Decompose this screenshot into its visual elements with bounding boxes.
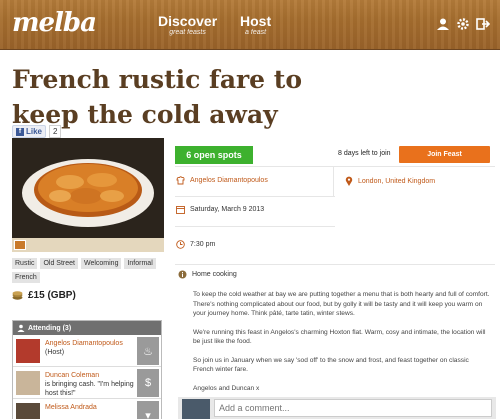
location-info: London, United Kingdom (345, 176, 435, 186)
tarte-tatin-image (12, 138, 164, 238)
host-info: Angelos Diamantopoulos (176, 176, 268, 185)
nav-discover-label: Discover (158, 13, 218, 29)
cooking-pot-icon: ♨ (137, 337, 159, 365)
tag[interactable]: Old Street (40, 258, 78, 269)
avatar[interactable] (16, 403, 40, 419)
info-icon (178, 270, 187, 279)
attendee-name[interactable]: Angelos Diamantopoulos (45, 340, 123, 347)
nav-discover-subtitle: great feasts (169, 29, 206, 36)
map-pin-icon (345, 176, 353, 186)
attending-header-label: Attending (3) (28, 324, 72, 332)
like-count: 2 (49, 125, 62, 138)
tag[interactable]: Rustic (12, 258, 38, 269)
photo-thumbnail[interactable] (14, 240, 26, 250)
facebook-icon: f (16, 127, 24, 136)
days-left-text: 8 days left to join (338, 150, 391, 157)
user-icon[interactable] (436, 17, 450, 31)
gear-icon[interactable] (456, 17, 470, 31)
category-label: Home cooking (192, 271, 237, 278)
nav-host[interactable]: Host a feast (240, 14, 271, 37)
price-value: £15 (GBP) (28, 290, 76, 301)
tag[interactable]: Welcoming (80, 258, 122, 269)
feast-photo[interactable] (12, 138, 164, 238)
divider (175, 226, 335, 227)
bag-icon: ▾ (137, 401, 159, 419)
nav-host-label: Host (240, 13, 272, 29)
nav-host-subtitle: a feast (245, 29, 267, 36)
attendee-row[interactable]: Angelos Diamantopoulos (Host) ♨ (13, 335, 161, 367)
avatar[interactable] (16, 339, 40, 363)
clock-icon (176, 240, 185, 249)
time-info: 7:30 pm (176, 240, 215, 249)
price: £15 (GBP) (12, 290, 76, 301)
attendee-note: is bringing cash. "I'm helping host this… (45, 381, 134, 397)
comment-input[interactable] (214, 399, 492, 417)
attendee-row[interactable]: Melissa Andrada ▾ (13, 399, 161, 419)
user-icon (17, 324, 25, 332)
tag[interactable]: Informal (124, 258, 156, 269)
host-name-link[interactable]: Angelos Diamantopoulos (190, 177, 268, 184)
melba-logo[interactable]: melba (12, 8, 97, 38)
date-info: Saturday, March 9 2013 (176, 205, 264, 214)
nav-discover[interactable]: Discover great feasts (158, 14, 217, 37)
attendee-name[interactable]: Duncan Coleman (45, 372, 99, 379)
avatar[interactable] (16, 371, 40, 395)
open-spots-badge: 6 open spots (175, 146, 253, 164)
coins-icon (12, 291, 23, 300)
facebook-like-widget[interactable]: f Like 2 (12, 125, 62, 138)
comment-bar (178, 397, 496, 419)
event-date: Saturday, March 9 2013 (190, 206, 265, 213)
description-paragraph: To keep the cold weather at bay we are p… (193, 291, 490, 317)
divider (175, 196, 335, 197)
attending-header: Attending (3) (13, 321, 161, 335)
page-title: French rustic fare to keep the cold away (12, 65, 303, 129)
description-text: To keep the cold weather at bay we are p… (193, 290, 490, 402)
description-paragraph: So join us in January when we say 'sod o… (193, 356, 469, 374)
tag-list: Rustic Old Street Welcoming Informal Fre… (12, 258, 162, 283)
chef-hat-icon (176, 176, 185, 185)
attendee-info: Melissa Andrada (45, 403, 137, 412)
tag[interactable]: French (12, 272, 40, 283)
attendee-note: (Host) (45, 349, 65, 356)
calendar-icon (176, 206, 185, 214)
divider (333, 166, 334, 196)
description-paragraph: Angelos and Duncan x (193, 384, 260, 392)
attendee-info: Duncan Coleman is bringing cash. "I'm he… (45, 371, 137, 398)
attendee-row[interactable]: Duncan Coleman is bringing cash. "I'm he… (13, 367, 161, 399)
location-link[interactable]: London, United Kingdom (358, 178, 435, 185)
join-feast-button[interactable]: Join Feast (399, 146, 490, 163)
attending-panel: Attending (3) Angelos Diamantopoulos (Ho… (12, 320, 162, 419)
like-label: Like (26, 127, 43, 136)
description-paragraph: We're running this feast in Angelos's ch… (193, 328, 486, 346)
event-time: 7:30 pm (190, 241, 216, 248)
top-navigation-bar: melba Discover great feasts Host a feast (0, 0, 500, 50)
photo-thumbnail-strip (12, 238, 164, 252)
facebook-like-button[interactable]: f Like (12, 125, 47, 138)
attendee-info: Angelos Diamantopoulos (Host) (45, 339, 137, 357)
divider (175, 166, 495, 167)
category-line: Home cooking (178, 270, 237, 279)
money-bag-icon: $ (137, 369, 159, 397)
avatar (182, 399, 210, 419)
logout-icon[interactable] (476, 17, 490, 31)
attendee-name[interactable]: Melissa Andrada (45, 404, 97, 411)
